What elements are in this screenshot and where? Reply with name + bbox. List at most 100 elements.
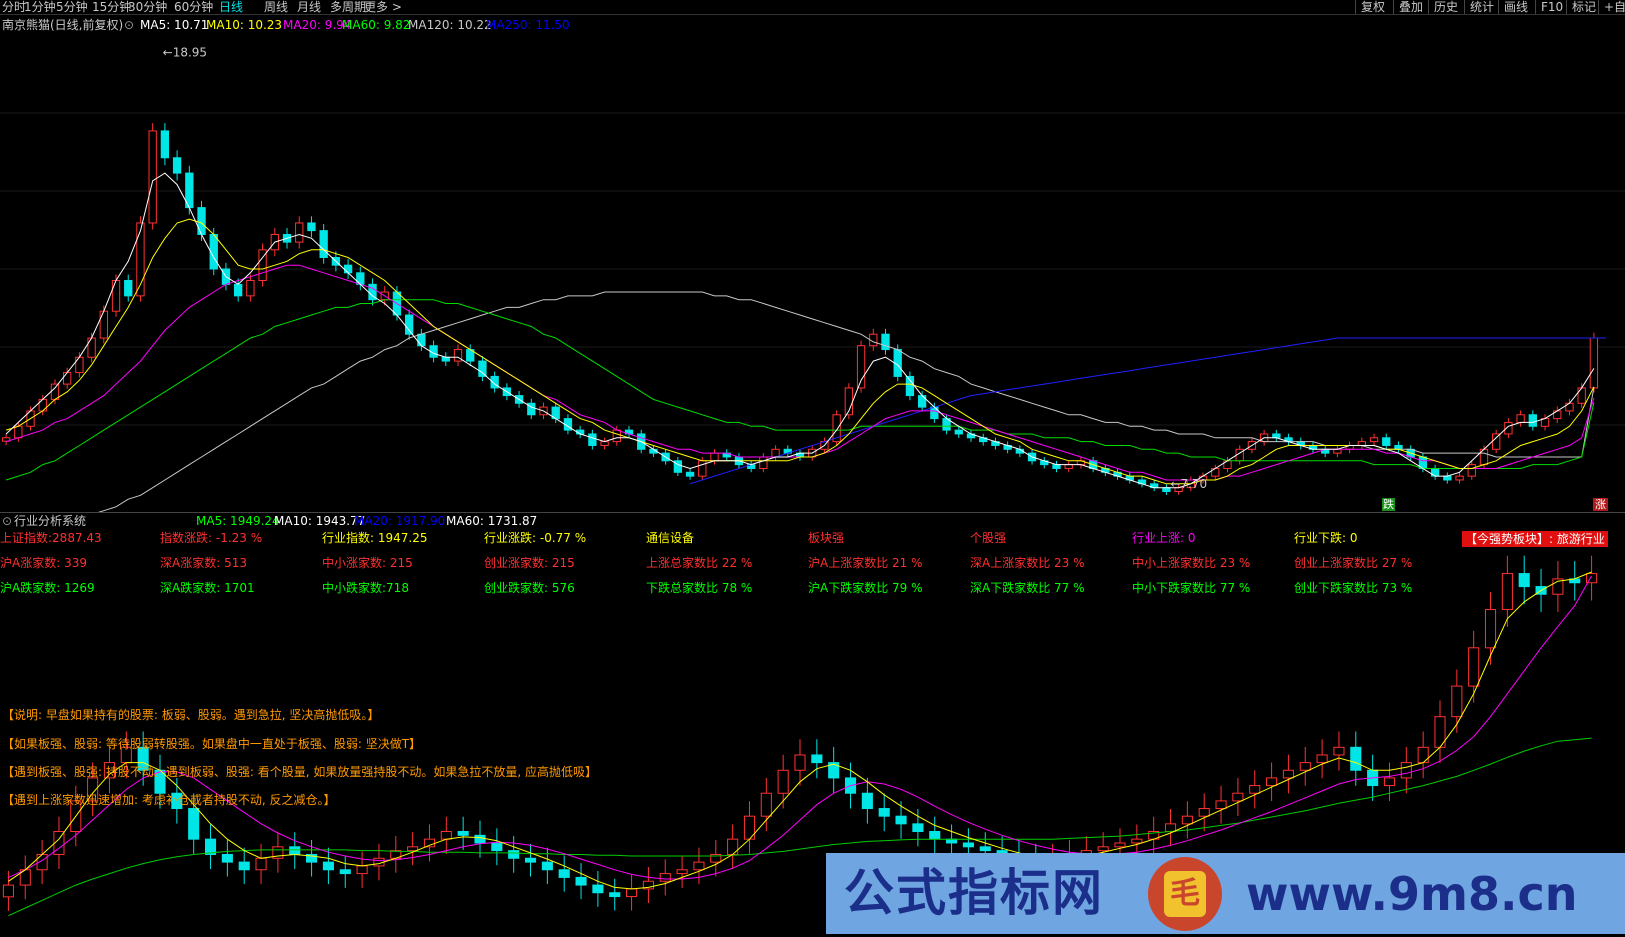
sub-ma5-line bbox=[8, 571, 1592, 890]
candle-body bbox=[612, 429, 621, 443]
tool-button-7[interactable]: +自 bbox=[1598, 0, 1625, 14]
indicator-settings-icon[interactable]: ⊙ bbox=[2, 514, 12, 528]
price-chart-title: 南京熊猫(日线,前复权) bbox=[2, 18, 124, 32]
candle-body bbox=[1394, 444, 1403, 450]
tool-button-0[interactable]: 复权 bbox=[1355, 0, 1390, 14]
period-tab-4[interactable]: 30分钟 bbox=[128, 0, 167, 14]
tool-button-4[interactable]: 画线 bbox=[1498, 0, 1533, 14]
candle-body bbox=[111, 280, 121, 312]
candle-body bbox=[63, 372, 72, 385]
sub-ma10-line bbox=[8, 575, 1593, 880]
candle-body bbox=[1589, 337, 1599, 389]
candle-body bbox=[1382, 437, 1391, 446]
candle-body bbox=[407, 846, 419, 852]
stat-cell: 通信设备 bbox=[646, 531, 695, 545]
tool-button-6[interactable]: 标记 bbox=[1566, 0, 1601, 14]
candle-body bbox=[575, 876, 587, 886]
candle-body bbox=[197, 207, 206, 235]
candle-body bbox=[524, 857, 537, 863]
tool-button-2[interactable]: 历史 bbox=[1428, 0, 1463, 14]
sell-signal-badge: 跌 bbox=[1382, 498, 1395, 511]
period-tab-0[interactable]: 分时 bbox=[2, 0, 26, 14]
candle-body bbox=[1528, 414, 1537, 427]
stat-cell: 板块强 bbox=[808, 531, 845, 545]
candle-body bbox=[307, 222, 316, 232]
indicator-ma-legend-item: MA60: 1731.87 bbox=[446, 514, 538, 528]
period-tab-6[interactable]: 日线 bbox=[219, 0, 243, 14]
stat-cell: 下跌总家数比 78 % bbox=[646, 581, 753, 595]
candle-body bbox=[1249, 785, 1261, 794]
watermark-banner: 公式指标网 毛 www.9m8.cn bbox=[826, 853, 1625, 934]
tool-button-5[interactable]: F10 bbox=[1535, 0, 1568, 14]
candle-body bbox=[979, 846, 991, 852]
candle-body bbox=[861, 792, 873, 810]
candle-body bbox=[1455, 475, 1464, 481]
candle-body bbox=[221, 853, 233, 863]
period-tab-8[interactable]: 月线 bbox=[297, 0, 321, 14]
stat-cell: 上涨总家数比 22 % bbox=[646, 556, 753, 570]
candle-body bbox=[912, 823, 924, 833]
stat-cell: 沪A上涨家数比 21 % bbox=[808, 556, 923, 570]
period-tab-7[interactable]: 周线 bbox=[264, 0, 288, 14]
stat-cell: 行业指数: 1947.25 bbox=[322, 531, 428, 545]
stat-cell: 指数涨跌: -1.23 % bbox=[160, 531, 263, 545]
period-tab-9[interactable]: 多周期 bbox=[330, 0, 366, 14]
settings-icon[interactable]: ⊙ bbox=[124, 18, 134, 32]
candle-body bbox=[50, 383, 60, 400]
stat-cell: 中小跌家数:718 bbox=[322, 581, 409, 595]
candle-body bbox=[319, 230, 328, 258]
candle-body bbox=[1484, 609, 1497, 649]
candle-body bbox=[698, 460, 707, 477]
candle-body bbox=[1577, 387, 1586, 404]
ma120-line bbox=[5, 291, 1595, 542]
candle-body bbox=[1369, 437, 1379, 443]
candle-body bbox=[1114, 842, 1126, 848]
candle-body bbox=[946, 838, 958, 844]
candle-body bbox=[339, 869, 351, 875]
candle-body bbox=[172, 157, 182, 174]
candle-body bbox=[811, 754, 823, 764]
candle-body bbox=[777, 769, 789, 794]
ma5-line bbox=[5, 172, 1595, 489]
candle-body bbox=[1215, 800, 1227, 810]
candle-body bbox=[343, 264, 353, 274]
strategy-note: 【遇到板强、股强: 持股不动。遇到板弱、股强: 看个股量, 如果放量强持股不动。… bbox=[2, 765, 597, 779]
stat-cell: 创业下跌家数比 73 % bbox=[1294, 581, 1413, 595]
candle-body bbox=[609, 892, 621, 898]
buy-signal-badge: 涨 bbox=[1593, 498, 1608, 511]
strategy-note: 【说明: 早盘如果持有的股票: 板弱、股弱。遇到急拉, 坚决高抛低吸。】 bbox=[2, 708, 380, 722]
candle-body bbox=[693, 861, 705, 871]
price-chart[interactable]: ←18.95 ←7.70 bbox=[0, 15, 1625, 542]
candle-body bbox=[255, 857, 267, 871]
candle-body bbox=[99, 310, 108, 339]
stat-cell: 行业上涨: 0 bbox=[1132, 531, 1196, 545]
candle-body bbox=[508, 850, 520, 859]
period-tab-3[interactable]: 15分钟 bbox=[92, 0, 131, 14]
candle-body bbox=[600, 441, 609, 446]
strategy-note: 【遇到上涨家数迅速增加: 考虑补仓或者持股不动, 反之减仓。】 bbox=[2, 793, 336, 807]
stat-cell: 深A上涨家数比 23 % bbox=[970, 556, 1085, 570]
candle-body bbox=[760, 792, 772, 817]
candle-body bbox=[881, 333, 890, 351]
candle-body bbox=[124, 280, 133, 297]
indicator-ma-legend-item: MA5: 1949.24 bbox=[196, 514, 280, 528]
period-tab-5[interactable]: 60分钟 bbox=[174, 0, 213, 14]
candle-body bbox=[905, 375, 915, 397]
tool-button-1[interactable]: 叠加 bbox=[1393, 0, 1428, 14]
watermark-logo-icon: 毛 bbox=[1148, 857, 1222, 931]
candle-body bbox=[440, 831, 452, 840]
period-tab-1[interactable]: 1分钟 bbox=[24, 0, 56, 14]
stat-cell: 行业下跌: 0 bbox=[1294, 531, 1358, 545]
period-tab-2[interactable]: 5分钟 bbox=[56, 0, 88, 14]
candle-body bbox=[1282, 769, 1294, 779]
price-chart-panel[interactable]: ←18.95 ←7.70 bbox=[0, 15, 1625, 542]
ma-legend-item: MA250: 11.50 bbox=[486, 18, 570, 32]
candle-body bbox=[759, 456, 768, 469]
candle-body bbox=[1383, 777, 1396, 787]
stat-cell: 深A涨家数: 513 bbox=[160, 556, 247, 570]
period-tab-10[interactable]: 更多 > bbox=[364, 0, 402, 14]
candle-body bbox=[356, 865, 368, 875]
tool-button-3[interactable]: 统计 bbox=[1464, 0, 1499, 14]
candle-body bbox=[491, 842, 503, 852]
candle-body bbox=[1400, 762, 1412, 779]
